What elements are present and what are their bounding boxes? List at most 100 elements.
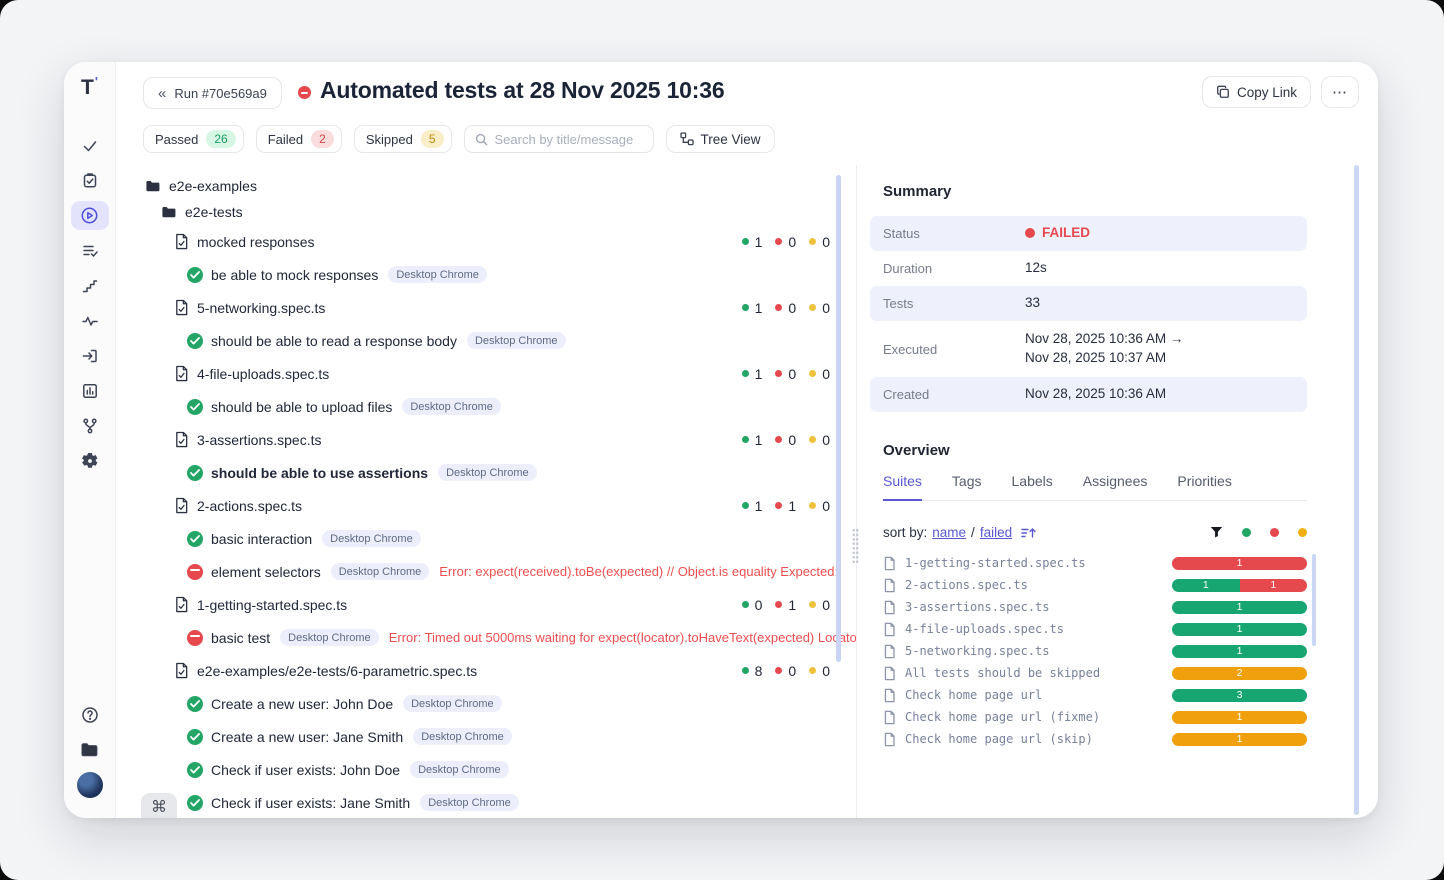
legend-failed-dot[interactable] — [1270, 528, 1279, 537]
result-counts: 800 — [742, 663, 830, 679]
count-value: 1 — [755, 432, 763, 448]
summary-label: Status — [883, 226, 1025, 241]
folder-icon — [161, 205, 177, 219]
tab-suites[interactable]: Suites — [883, 473, 922, 501]
tab-labels[interactable]: Labels — [1012, 473, 1053, 500]
suite-row[interactable]: Check home page url (fixme)1 — [883, 706, 1307, 728]
test-row[interactable]: should be able to use assertionsDesktop … — [144, 456, 856, 489]
spec-file-row[interactable]: 5-networking.spec.ts100 — [144, 291, 856, 324]
suite-name: 2-actions.spec.ts — [905, 578, 1028, 592]
search-input[interactable] — [495, 132, 643, 147]
sort-by-name-link[interactable]: name — [932, 525, 966, 540]
spec-file-row[interactable]: e2e-examples/e2e-tests/6-parametric.spec… — [144, 654, 856, 687]
count-value: 0 — [822, 597, 830, 613]
result-counts: 100 — [742, 234, 830, 250]
count-value: 0 — [788, 663, 796, 679]
details-pane: Summary StatusFAILEDDuration12sTests33Ex… — [857, 165, 1354, 818]
sidebar-item-check[interactable] — [64, 128, 116, 163]
tab-priorities[interactable]: Priorities — [1177, 473, 1231, 500]
spec-file-row[interactable]: 2-actions.spec.ts 110 — [144, 489, 856, 522]
yellow-count-dot — [809, 238, 816, 245]
status-value: FAILED — [1042, 224, 1090, 243]
test-row[interactable]: should be able to read a response bodyDe… — [144, 324, 856, 357]
test-row[interactable]: element selectorsDesktop ChromeError: ex… — [144, 555, 856, 588]
test-row[interactable]: be able to mock responsesDesktop Chrome — [144, 258, 856, 291]
folder-icon — [145, 179, 161, 193]
folder-row[interactable]: e2e-examples — [144, 173, 856, 199]
sidebar-item-clipboard-check[interactable] — [64, 163, 116, 198]
suite-name: Check home page url — [905, 688, 1042, 702]
test-row[interactable]: should be able to upload filesDesktop Ch… — [144, 390, 856, 423]
browser-badge: Desktop Chrome — [413, 728, 512, 745]
command-shortcut-button[interactable]: ⌘ — [141, 793, 177, 818]
file-icon — [883, 710, 896, 725]
count-value: 0 — [788, 432, 796, 448]
summary-value: 12s — [1025, 259, 1047, 278]
spec-file-row[interactable]: 4-file-uploads.spec.ts100 — [144, 357, 856, 390]
sidebar-item-import[interactable] — [64, 338, 116, 373]
suite-row[interactable]: Check home page url (skip)1 — [883, 728, 1307, 750]
tree-scrollbar[interactable] — [836, 175, 841, 662]
more-actions-button[interactable]: ⋯ — [1321, 76, 1359, 108]
suite-row[interactable]: 1-getting-started.spec.ts1 — [883, 552, 1307, 574]
result-counts: 110 — [742, 498, 830, 514]
suite-row[interactable]: 4-file-uploads.spec.ts1 — [883, 618, 1307, 640]
suite-name: 4-file-uploads.spec.ts — [905, 622, 1064, 636]
folder-label: e2e-tests — [185, 204, 243, 220]
filter-chip-passed[interactable]: Passed26 — [143, 125, 244, 153]
legend-passed-dot[interactable] — [1242, 528, 1251, 537]
window-scrollbar[interactable] — [1354, 165, 1359, 815]
browser-badge: Desktop Chrome — [420, 794, 519, 811]
suites-scrollbar[interactable] — [1312, 554, 1316, 646]
sort-by-failed-link[interactable]: failed — [980, 525, 1012, 540]
sidebar-item-activity[interactable] — [64, 303, 116, 338]
sidebar-item-git-branch[interactable] — [64, 408, 116, 443]
tab-tags[interactable]: Tags — [952, 473, 982, 500]
tree-view-icon — [680, 132, 694, 146]
summary-label: Executed — [883, 342, 1025, 357]
result-counts: 010 — [742, 597, 830, 613]
test-row[interactable]: Check if user exists: Jane SmithDesktop … — [144, 786, 856, 818]
sidebar-item-help[interactable] — [64, 697, 116, 732]
search-icon — [475, 133, 488, 146]
sidebar-item-folder[interactable] — [64, 732, 116, 767]
red-count-dot — [775, 238, 782, 245]
summary-row-created: CreatedNov 28, 2025 10:36 AM — [870, 377, 1307, 412]
sidebar-item-list-check[interactable] — [64, 233, 116, 268]
test-passed-icon — [187, 762, 203, 778]
legend-skipped-dot[interactable] — [1298, 528, 1307, 537]
sidebar-item-gear[interactable] — [64, 443, 116, 478]
search-box[interactable] — [464, 125, 654, 153]
sidebar-item-bar-chart[interactable] — [64, 373, 116, 408]
file-label: 2-actions.spec.ts — [197, 498, 302, 514]
app-logo[interactable]: T' — [81, 76, 98, 106]
sidebar-item-play-circle[interactable] — [64, 198, 116, 233]
test-row[interactable]: Create a new user: John DoeDesktop Chrom… — [144, 687, 856, 720]
folder-row[interactable]: e2e-tests — [144, 199, 856, 225]
test-row[interactable]: Check if user exists: John DoeDesktop Ch… — [144, 753, 856, 786]
spec-file-row[interactable]: mocked responses100 — [144, 225, 856, 258]
suite-row[interactable]: All tests should be skipped2 — [883, 662, 1307, 684]
filter-chip-skipped[interactable]: Skipped5 — [354, 125, 452, 153]
tab-assignees[interactable]: Assignees — [1083, 473, 1148, 500]
suite-row[interactable]: Check home page url3 — [883, 684, 1307, 706]
copy-link-button[interactable]: Copy Link — [1202, 76, 1311, 108]
suite-row[interactable]: 3-assertions.spec.ts1 — [883, 596, 1307, 618]
test-error-message: Error: Timed out 5000ms waiting for expe… — [389, 630, 856, 645]
spec-file-row[interactable]: 1-getting-started.spec.ts010 — [144, 588, 856, 621]
back-to-run-button[interactable]: « Run #70e569a9 — [143, 77, 282, 109]
result-counts: 100 — [742, 300, 830, 316]
suite-row[interactable]: 5-networking.spec.ts1 — [883, 640, 1307, 662]
sidebar-item-steps[interactable] — [64, 268, 116, 303]
test-row[interactable]: basic interactionDesktop Chrome — [144, 522, 856, 555]
test-row[interactable]: Create a new user: Jane SmithDesktop Chr… — [144, 720, 856, 753]
summary-label: Tests — [883, 296, 1025, 311]
test-row[interactable]: basic testDesktop ChromeError: Timed out… — [144, 621, 856, 654]
tree-view-button[interactable]: Tree View — [666, 125, 775, 153]
file-icon — [883, 622, 896, 637]
spec-file-row[interactable]: 3-assertions.spec.ts100 — [144, 423, 856, 456]
suite-row[interactable]: 2-actions.spec.ts11 — [883, 574, 1307, 596]
sidebar-item-avatar[interactable] — [64, 767, 116, 802]
filter-chip-failed[interactable]: Failed2 — [256, 125, 342, 153]
filter-funnel-icon[interactable] — [1210, 526, 1223, 539]
